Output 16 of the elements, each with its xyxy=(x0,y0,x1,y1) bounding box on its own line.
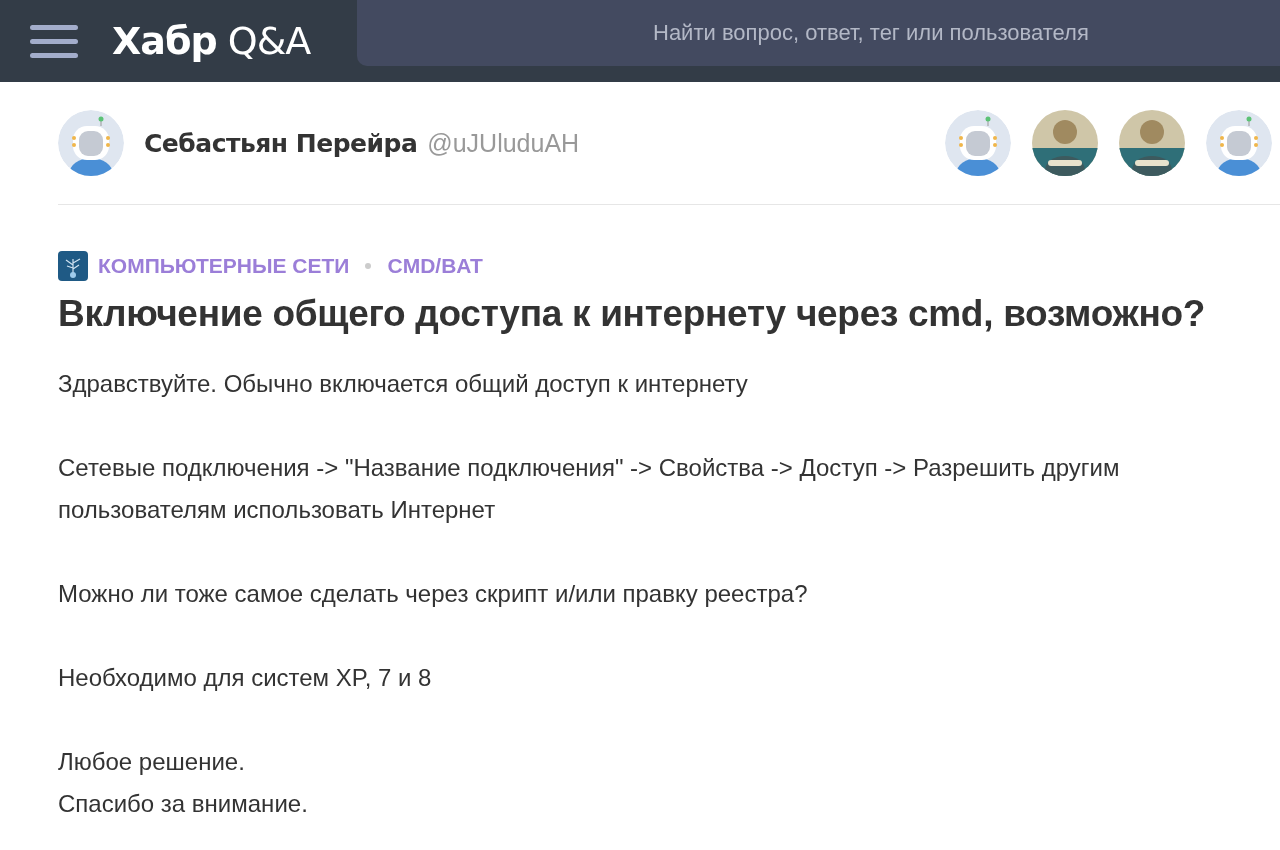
author-name[interactable]: Себастьян Перейра xyxy=(144,128,418,158)
author-handle: @uJUluduAH xyxy=(427,128,580,158)
network-tree-icon xyxy=(58,251,88,281)
robot-avatar-icon xyxy=(1206,110,1272,176)
paragraph-text: Необходимо для систем XP, 7 и 8 xyxy=(58,663,433,693)
search-field[interactable]: Найти вопрос, ответ, тег или пользователя xyxy=(357,0,1280,66)
menu-icon[interactable] xyxy=(30,23,78,59)
site-logo[interactable]: Хабр Q&A xyxy=(112,19,311,63)
question-title: Включение общего доступа к интернету через cmd, возможно? xyxy=(58,293,1207,335)
paragraph-text: Здравствуйте. Обычно включается общий доступ к интернету xyxy=(58,369,749,399)
paragraph-text: Любое решение. xyxy=(58,747,246,777)
robot-avatar-icon xyxy=(945,110,1011,176)
paragraph-text: Спасибо за внимание. xyxy=(58,789,309,819)
robot-avatar-icon xyxy=(58,110,124,176)
paragraph-text: Сетевые подключения -> "Название подключения" -> Свойства -> Доступ -> Разрешить другим пользователям использовать Интернет xyxy=(58,453,1121,525)
paragraph-text: Можно ли тоже самое сделать через скрипт и/или правку реестра? xyxy=(58,579,809,609)
